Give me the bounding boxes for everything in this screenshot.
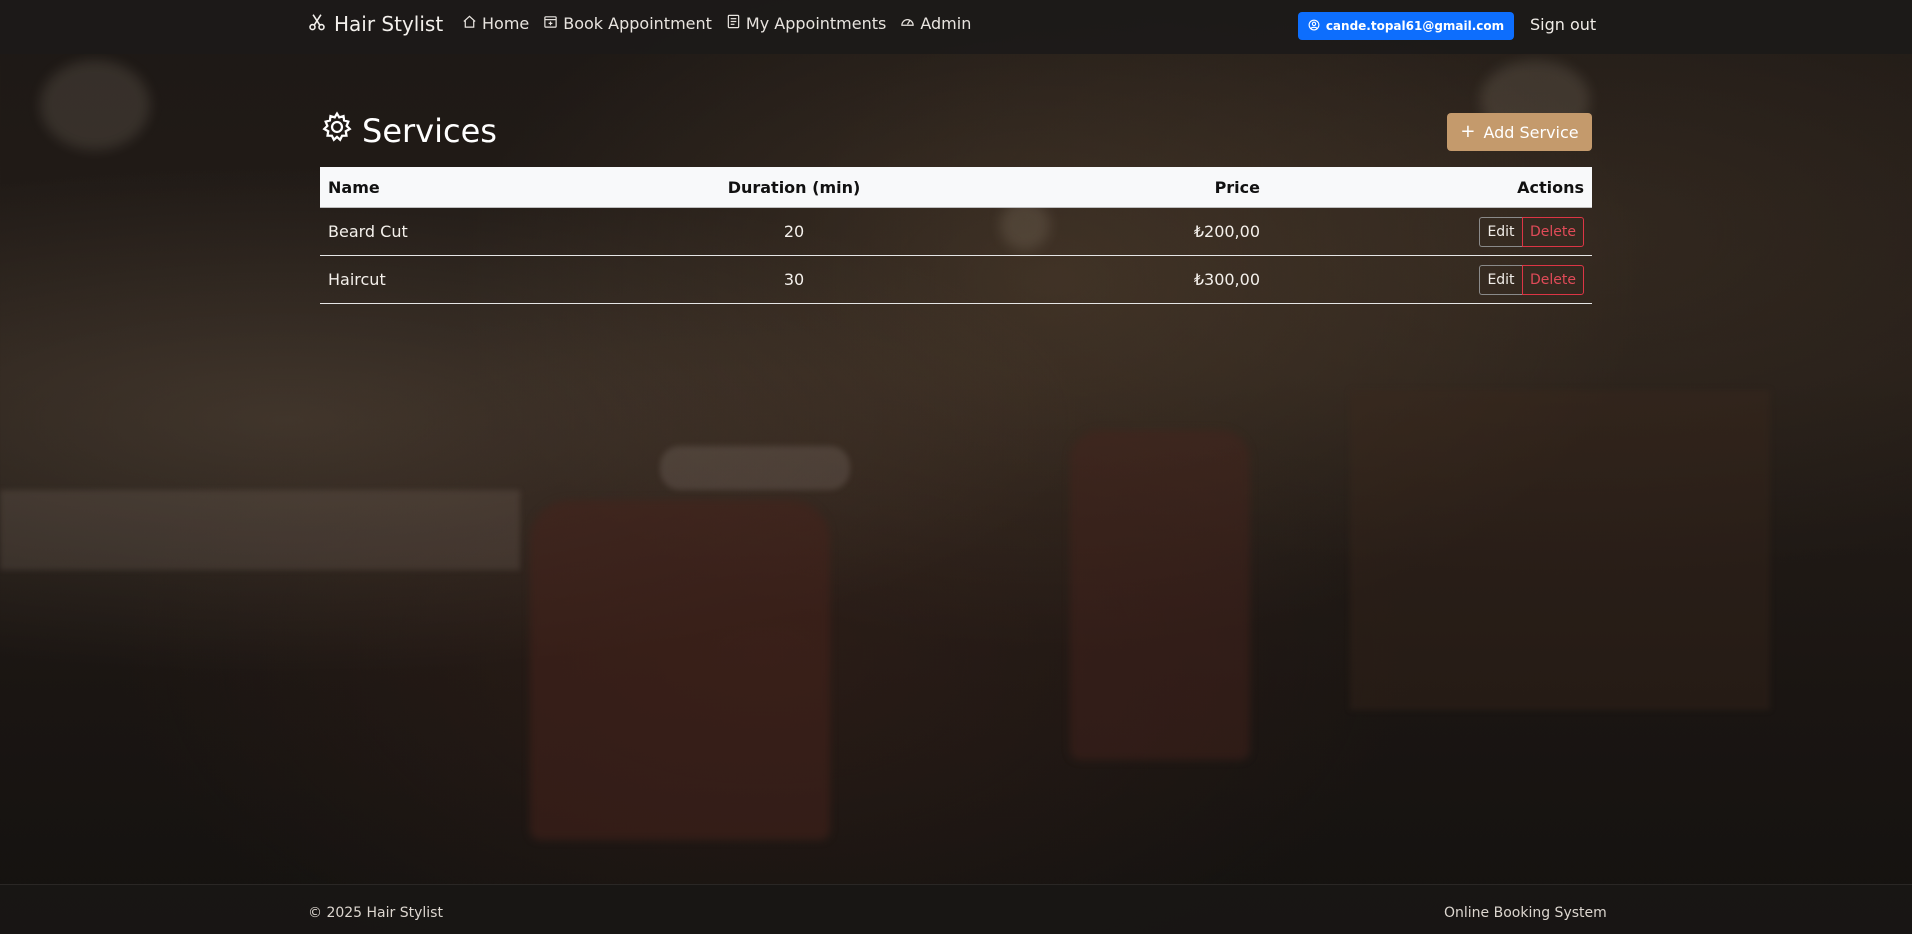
page-title-label: Services [362,112,497,150]
brand-label: Hair Stylist [334,12,444,36]
nav-book-appointment[interactable]: Book Appointment [543,14,712,33]
nav-home-label: Home [482,14,530,33]
header-actions: Actions [1268,167,1592,208]
footer-copyright: © 2025 Hair Stylist [308,905,443,921]
footer: © 2025 Hair Stylist Online Booking Syste… [0,884,1912,934]
nav-admin-label: Admin [920,14,972,33]
action-buttons: Edit Delete [1479,264,1584,295]
delete-button[interactable]: Delete [1522,216,1584,247]
header-price: Price [952,167,1268,208]
service-name: Beard Cut [320,207,636,256]
delete-button[interactable]: Delete [1522,264,1584,295]
signout-link[interactable]: Sign out [1530,15,1596,34]
nav-links: Home Book Appointment My Appointments Ad… [462,14,971,33]
service-name: Haircut [320,255,636,304]
user-email-badge[interactable]: cande.topal61@gmail.com [1298,12,1514,40]
edit-button[interactable]: Edit [1479,216,1522,247]
table-row: Beard Cut 20 ₺200,00 Edit Delete [320,207,1592,256]
home-icon [462,14,477,33]
calendar-plus-icon [543,14,558,33]
service-actions: Edit Delete [1268,207,1592,256]
edit-button[interactable]: Edit [1479,264,1522,295]
table-header-row: Name Duration (min) Price Actions [320,167,1592,208]
brand[interactable]: Hair Stylist [308,12,443,36]
service-price: ₺200,00 [952,207,1268,256]
service-actions: Edit Delete [1268,255,1592,304]
services-table: Name Duration (min) Price Actions Beard … [320,167,1592,304]
action-buttons: Edit Delete [1479,216,1584,247]
nav-book-appointment-label: Book Appointment [563,14,712,33]
service-price: ₺300,00 [952,255,1268,304]
nav-home[interactable]: Home [462,14,529,33]
footer-tagline: Online Booking System [1444,905,1607,921]
user-email: cande.topal61@gmail.com [1325,19,1505,33]
page-title: Services [320,110,497,152]
nav-admin[interactable]: Admin [900,14,971,33]
service-duration: 30 [636,255,952,304]
background-photo [0,0,1912,934]
list-icon [726,14,741,33]
service-duration: 20 [636,207,952,256]
add-service-button[interactable]: + Add Service [1447,113,1592,151]
plus-icon: + [1460,121,1476,142]
gear-icon [320,110,354,152]
user-circle-icon [1308,19,1320,34]
speedometer-icon [900,14,915,33]
navbar: Hair Stylist Home Book Appointment My Ap… [0,0,1912,54]
table-row: Haircut 30 ₺300,00 Edit Delete [320,255,1592,304]
header-name: Name [320,167,636,208]
nav-my-appointments[interactable]: My Appointments [726,14,886,33]
scissors-icon [308,12,326,36]
add-service-label: Add Service [1483,122,1579,142]
header-duration: Duration (min) [636,167,952,208]
nav-my-appointments-label: My Appointments [745,14,887,33]
